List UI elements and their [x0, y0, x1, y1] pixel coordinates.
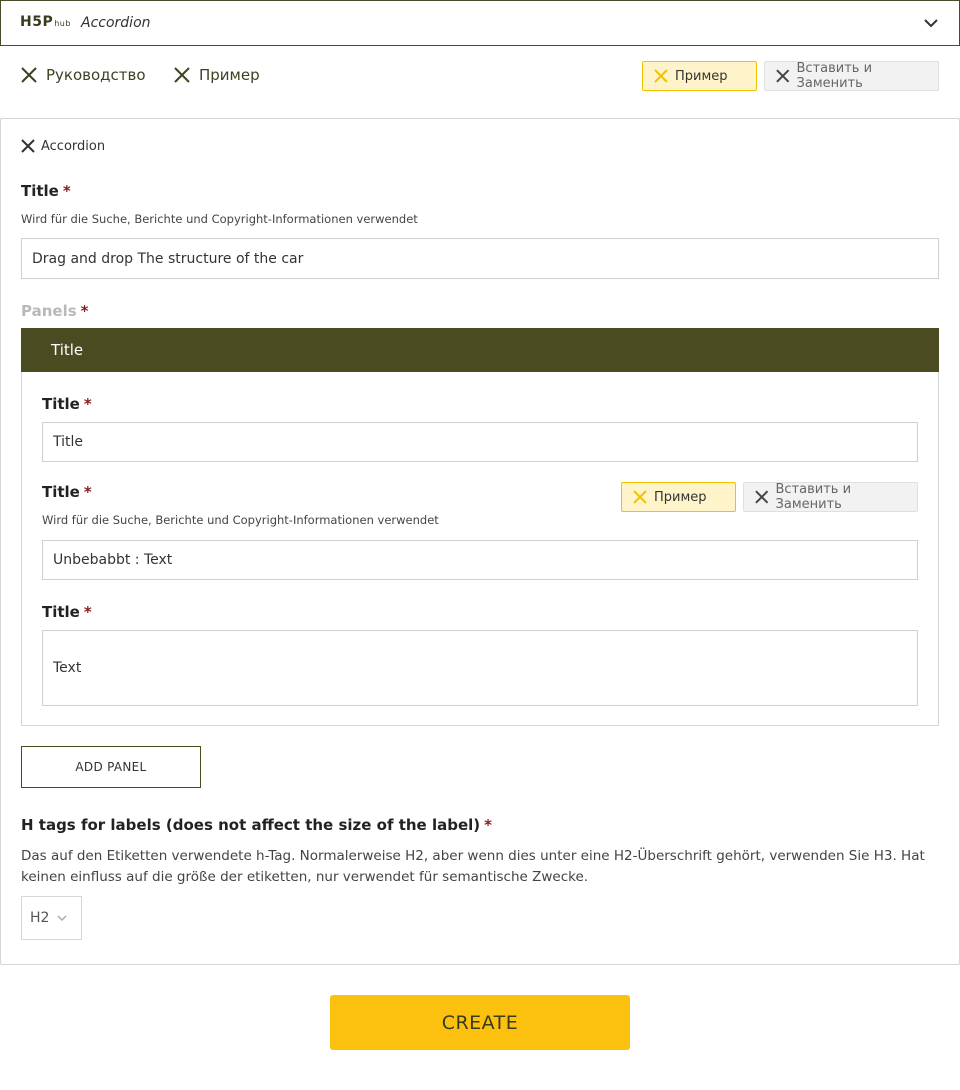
h5p-hub-logo: H5Phub: [20, 14, 71, 30]
create-button[interactable]: CREATE: [330, 995, 630, 1050]
close-icon: [776, 69, 790, 83]
panels-label: Panels *: [21, 302, 89, 320]
required-mark: *: [83, 483, 92, 501]
panel-content-input[interactable]: Unbebabbt : Text: [42, 540, 918, 580]
panel-paste-replace-button[interactable]: Вставить и Заменить: [743, 482, 918, 512]
title-description: Wird für die Suche, Berichte und Copyrig…: [21, 212, 418, 226]
tab-example[interactable]: Пример: [173, 66, 260, 84]
panel-title-label: Title *: [42, 395, 92, 413]
panel-header[interactable]: Title: [21, 328, 939, 372]
panel-text-area[interactable]: Text: [42, 630, 918, 706]
required-mark: *: [484, 816, 492, 834]
htags-select[interactable]: H2: [21, 896, 82, 940]
panel-text-label: Title *: [42, 603, 92, 621]
required-mark: *: [83, 603, 92, 621]
tab-guide-label: Руководство: [46, 66, 146, 84]
panel-content-label: Title *: [42, 483, 92, 501]
close-icon: [21, 67, 37, 83]
title-label: Title *: [21, 182, 71, 200]
required-mark: *: [83, 395, 92, 413]
chevron-down-icon[interactable]: [922, 14, 940, 32]
htags-select-value: H2: [30, 910, 50, 926]
add-panel-button[interactable]: ADD PANEL: [21, 746, 201, 788]
panel-title-input[interactable]: Title: [42, 422, 918, 462]
panel-paste-replace-button-label: Вставить и Заменить: [775, 482, 852, 512]
example-button[interactable]: Пример: [642, 61, 757, 91]
title-input[interactable]: Drag and drop The structure of the car: [21, 238, 939, 279]
htags-description: Das auf den Etiketten verwendete h-Tag. …: [21, 848, 925, 885]
required-mark: *: [80, 302, 89, 320]
chevron-down-icon: [57, 915, 67, 922]
panel-example-button-label: Пример: [654, 489, 707, 505]
tab-guide[interactable]: Руководство: [20, 66, 146, 84]
accordion-tag[interactable]: Accordion: [20, 138, 105, 154]
close-icon: [755, 490, 769, 504]
required-mark: *: [62, 182, 71, 200]
panel-content-description: Wird für die Suche, Berichte und Copyrig…: [42, 513, 439, 527]
paste-replace-button[interactable]: Вставить и Заменить: [764, 61, 939, 91]
tab-example-label: Пример: [199, 66, 260, 84]
content-type-title: Accordion: [81, 15, 151, 31]
close-icon: [21, 139, 35, 153]
accordion-tag-label: Accordion: [41, 138, 106, 154]
example-button-label: Пример: [675, 68, 728, 84]
close-icon: [633, 490, 647, 504]
htags-label: H tags for labels (does not affect the s…: [21, 816, 492, 834]
panel-example-button[interactable]: Пример: [621, 482, 736, 512]
paste-replace-button-label: Вставить и Заменить: [796, 61, 873, 91]
close-icon: [654, 69, 668, 83]
close-icon: [174, 67, 190, 83]
